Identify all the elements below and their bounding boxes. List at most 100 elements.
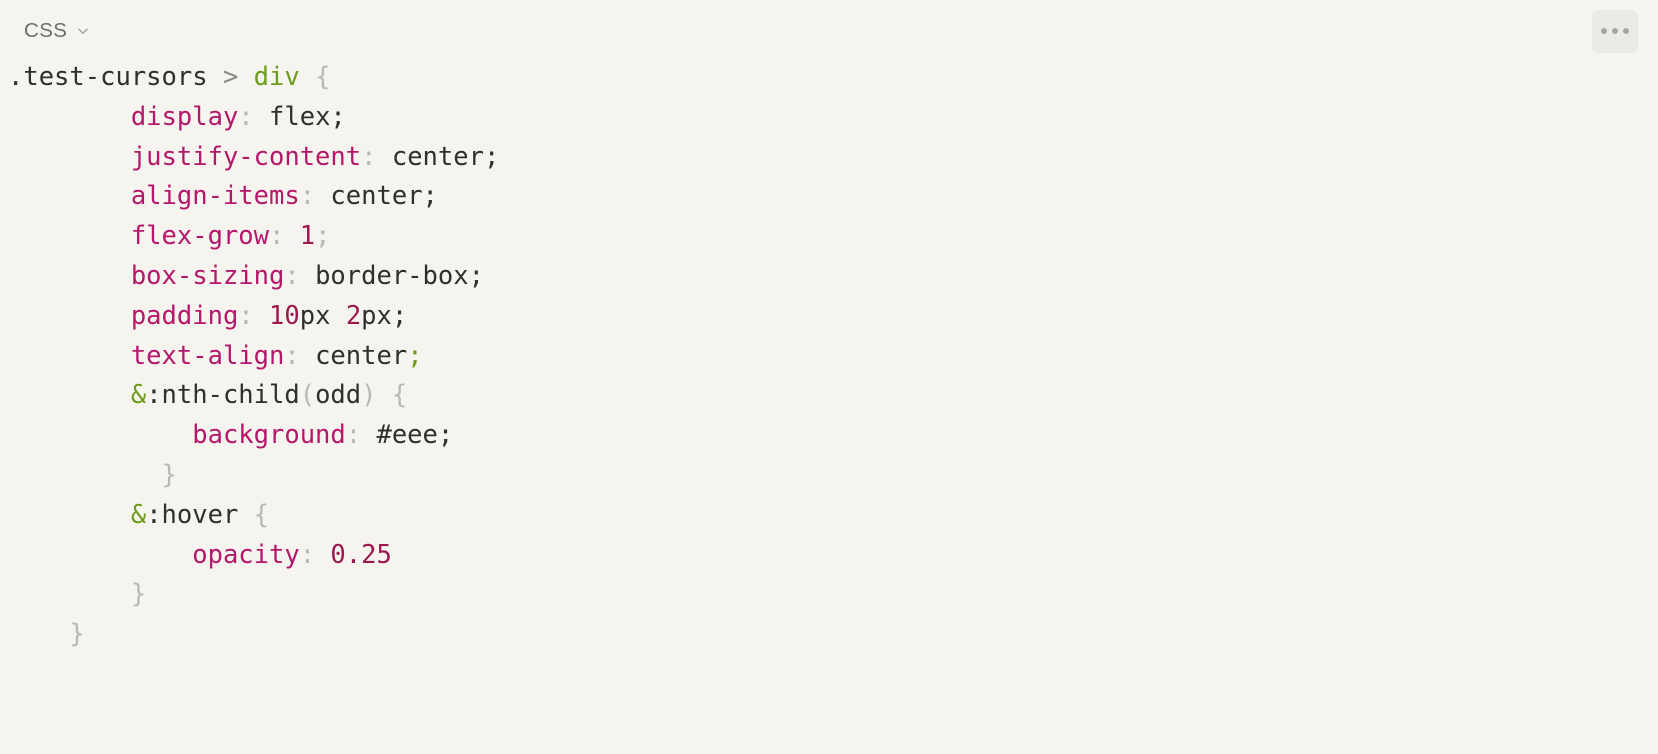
language-label: CSS [24,18,68,42]
code-token: : [299,539,316,570]
code-token: ) [361,380,377,411]
code-token: padding [130,300,239,331]
code-token: ; [391,300,408,331]
code-token: ; [315,221,331,252]
code-token: & [130,380,147,411]
code-area[interactable]: .test-cursors > div { display: flex; jus… [0,58,1658,754]
code-token: ; [407,340,423,371]
code-token: : [269,221,285,252]
more-options-button[interactable] [1592,9,1638,53]
code-token: : [345,420,362,451]
code-token: flex-grow [130,221,269,252]
code-token: justify-content [130,141,362,172]
css-editor-pane: CSS .test-cursors > div { display: flex;… [0,0,1658,754]
code-token: background [192,420,346,451]
code-line[interactable]: display: flex; [0,98,1658,138]
editor-header: CSS [0,0,1658,62]
code-token: :hover [146,499,239,530]
code-token: :nth-child [146,380,300,411]
code-line[interactable]: text-align: center; [0,337,1658,377]
code-token: & [130,499,147,530]
code-token: border-box [299,260,469,291]
code-token: 1 [299,221,316,252]
code-token: { [391,380,408,411]
code-token: 0.25 [330,539,392,570]
code-line[interactable]: justify-content: center; [0,138,1658,178]
code-token: opacity [192,539,300,570]
code-line[interactable]: } [0,456,1658,496]
code-token: div [253,62,300,92]
code-line[interactable]: &:nth-child(odd) { [0,376,1658,416]
code-token: 2 [345,300,362,331]
code-token: ( [299,380,316,411]
code-line[interactable]: opacity: 0.25 [0,536,1658,576]
code-token: : [284,340,300,371]
code-token: flex [253,101,331,132]
code-line[interactable]: flex-grow: 1; [0,217,1658,257]
chevron-down-icon [76,24,90,38]
code-token: px [299,300,331,331]
language-selector[interactable]: CSS [20,18,94,45]
code-token: px [361,300,392,331]
code-token: center [376,141,484,172]
code-token: : [361,141,377,172]
code-token: ; [483,141,500,172]
code-token: { [253,499,270,530]
code-token: ; [468,260,484,291]
code-token: 10 [269,300,300,331]
code-token: : [238,300,254,331]
code-token: : [284,260,300,291]
code-token: .test-cursors [8,62,208,92]
code-token: > [222,62,239,92]
code-token: : [299,181,316,212]
code-line[interactable]: &:hover { [0,496,1658,536]
code-token: align-items [130,181,300,212]
code-line[interactable]: } [0,615,1658,655]
ellipsis-dot-2 [1612,28,1618,34]
code-token: ; [422,181,438,212]
code-token: center [315,181,423,212]
code-token: display [130,101,239,132]
code-token: ; [330,101,346,132]
code-line[interactable]: box-sizing: border-box; [0,257,1658,297]
code-line[interactable]: .test-cursors > div { [0,58,1658,98]
ellipsis-dot-3 [1623,28,1629,34]
code-token: ; [437,420,454,451]
code-token: #eee [361,420,438,451]
code-line[interactable]: background: #eee; [0,416,1658,456]
css-code-block[interactable]: .test-cursors > div { display: flex; jus… [0,58,1658,655]
code-token: } [161,459,177,490]
code-token: odd [315,380,362,411]
code-token: } [69,619,85,650]
code-line[interactable]: } [0,575,1658,615]
code-line[interactable]: padding: 10px 2px; [0,297,1658,337]
code-token: : [238,101,254,132]
code-line[interactable]: align-items: center; [0,177,1658,217]
ellipsis-dot-1 [1601,28,1607,34]
code-token: text-align [130,340,285,371]
code-token: center [299,340,408,371]
